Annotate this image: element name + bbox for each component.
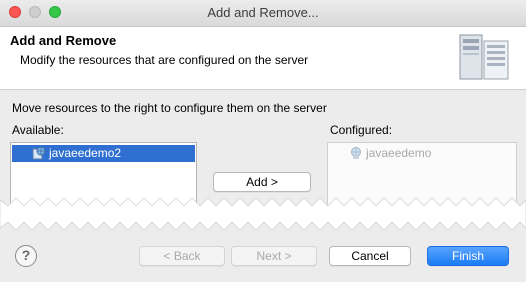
configured-label: Configured: xyxy=(330,123,393,137)
banner-description: Modify the resources that are configured… xyxy=(20,53,309,67)
available-label: Available: xyxy=(12,123,64,137)
help-icon[interactable]: ? xyxy=(15,245,37,267)
available-item[interactable]: javaeedemo2 xyxy=(12,145,195,162)
configured-item[interactable]: javaeedemo xyxy=(329,145,515,162)
finish-button[interactable]: Finish xyxy=(427,246,509,266)
window-title: Add and Remove... xyxy=(207,5,319,20)
web-module-icon xyxy=(351,147,361,159)
torn-edge-separator xyxy=(0,197,526,231)
title-bar: Add and Remove... xyxy=(0,0,526,27)
server-icon xyxy=(459,34,509,80)
available-item-label: javaeedemo2 xyxy=(49,146,122,160)
web-project-icon xyxy=(32,146,46,160)
back-button[interactable]: < Back xyxy=(139,246,225,266)
configured-item-label: javaeedemo xyxy=(366,146,432,160)
cancel-button[interactable]: Cancel xyxy=(329,246,411,266)
header-banner: Add and Remove Modify the resources that… xyxy=(0,27,526,90)
instruction-text: Move resources to the right to configure… xyxy=(12,101,327,115)
add-remove-dialog: Add and Remove... Add and Remove Modify … xyxy=(0,0,526,282)
add-button[interactable]: Add > xyxy=(213,172,311,192)
banner-title: Add and Remove xyxy=(10,33,117,48)
next-button[interactable]: Next > xyxy=(231,246,317,266)
